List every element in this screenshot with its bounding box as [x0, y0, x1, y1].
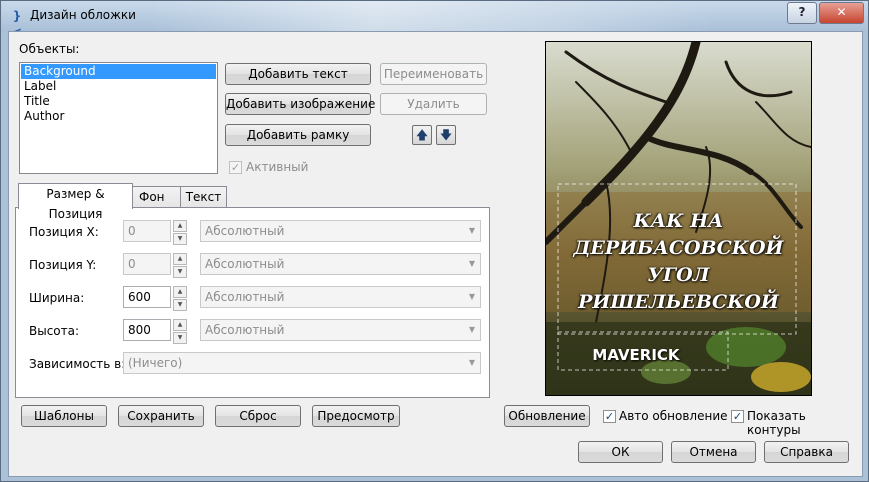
cover-preview: КАК НА ДЕРИБАСОВСКОЙ УГОЛ РИШЕЛЬЕВСКОЙ M… [545, 41, 812, 396]
width-mode-value: Абсолютный [205, 290, 285, 304]
cover-title-line: РИШЕЛЬЕВСКОЙ [578, 291, 779, 313]
show-outlines-checkbox[interactable]: ✓ [731, 410, 744, 423]
tab-size-position[interactable]: Размер & Позиция [18, 183, 133, 221]
spin-up-icon[interactable]: ▲ [173, 220, 187, 232]
tab-text[interactable]: Текст [180, 186, 227, 208]
cover-title-line: УГОЛ [647, 264, 710, 286]
spin-down-icon[interactable]: ▼ [173, 233, 187, 245]
size-position-panel: Позиция X: 0 ▲ ▼ Абсолютный ▼ Позиция Y: 0… [15, 207, 490, 398]
objects-label: Объекты: [19, 42, 80, 56]
list-item[interactable]: Label [21, 79, 216, 94]
window-title: Дизайн обложки [30, 8, 136, 22]
reset-button[interactable]: Сброс [215, 405, 301, 427]
pos-x-label: Позиция X: [29, 225, 99, 239]
list-item[interactable]: Title [21, 94, 216, 109]
cover-title-line: КАК НА [633, 210, 724, 232]
dropdown-arrow-icon: ▼ [468, 226, 475, 235]
dropdown-arrow-icon: ▼ [468, 292, 475, 301]
close-button[interactable]: ✕ [819, 2, 864, 24]
titlebar-glass [151, 1, 711, 31]
cancel-button[interactable]: Отмена [671, 441, 756, 463]
cover-title-line: ДЕРИБАСОВСКОЙ [573, 237, 784, 259]
list-item[interactable]: Background [21, 64, 216, 79]
rename-button[interactable]: Переименовать [380, 63, 487, 85]
width-input[interactable]: 600 [123, 286, 171, 308]
dependency-label: Зависимость в: [29, 357, 126, 371]
title-bar[interactable]: }< Дизайн обложки ? ✕ [1, 1, 868, 39]
app-logo-icon: }< [12, 9, 22, 39]
add-frame-button[interactable]: Добавить рамку [225, 124, 371, 146]
tab-background[interactable]: Фон [132, 186, 181, 208]
spin-up-icon[interactable]: ▲ [173, 253, 187, 265]
save-button[interactable]: Сохранить [118, 405, 204, 427]
move-down-button[interactable]: 🡇 [436, 125, 456, 145]
arrow-down-icon: 🡇 [439, 128, 453, 142]
pos-x-mode-value: Абсолютный [205, 224, 285, 238]
delete-button[interactable]: Удалить [380, 93, 487, 115]
spin-down-icon[interactable]: ▼ [173, 299, 187, 311]
dropdown-arrow-icon: ▼ [468, 325, 475, 334]
add-text-button[interactable]: Добавить текст [225, 63, 371, 85]
preview-button[interactable]: Предосмотр [312, 405, 400, 427]
width-mode-select[interactable]: Абсолютный ▼ [200, 286, 481, 308]
spin-down-icon[interactable]: ▼ [173, 332, 187, 344]
pos-y-mode-select[interactable]: Абсолютный ▼ [200, 253, 481, 275]
pos-y-spinner[interactable]: ▲ ▼ [173, 253, 187, 278]
pos-x-input[interactable]: 0 [123, 220, 171, 242]
spin-up-icon[interactable]: ▲ [173, 319, 187, 331]
auto-update-checkbox[interactable]: ✓ [603, 410, 616, 423]
spin-up-icon[interactable]: ▲ [173, 286, 187, 298]
cover-design-dialog: }< Дизайн обложки ? ✕ Объекты: Backgroun… [0, 0, 869, 482]
pos-y-label: Позиция Y: [29, 258, 97, 272]
help-button[interactable]: Справка [764, 441, 849, 463]
height-label: Высота: [29, 324, 80, 338]
add-image-button[interactable]: Добавить изображение [225, 93, 375, 115]
dependency-value: (Ничего) [128, 356, 183, 370]
dropdown-arrow-icon: ▼ [468, 358, 475, 367]
pos-x-spinner[interactable]: ▲ ▼ [173, 220, 187, 245]
pos-x-mode-select[interactable]: Абсолютный ▼ [200, 220, 481, 242]
cover-author: MAVERICK [592, 346, 680, 364]
pos-y-mode-value: Абсолютный [205, 257, 285, 271]
arrow-up-icon: 🡅 [415, 128, 429, 142]
dependency-select[interactable]: (Ничего) ▼ [123, 352, 481, 374]
move-up-button[interactable]: 🡅 [412, 125, 432, 145]
height-spinner[interactable]: ▲ ▼ [173, 319, 187, 344]
width-label: Ширина: [29, 291, 85, 305]
list-item[interactable]: Author [21, 109, 216, 124]
update-button[interactable]: Обновление [504, 405, 590, 427]
templates-button[interactable]: Шаблоны [21, 405, 107, 427]
title-help-button[interactable]: ? [787, 2, 817, 24]
spin-down-icon[interactable]: ▼ [173, 266, 187, 278]
height-input[interactable]: 800 [123, 319, 171, 341]
dialog-body: Объекты: Background Label Title Author Д… [8, 31, 863, 477]
dropdown-arrow-icon: ▼ [468, 259, 475, 268]
ok-button[interactable]: ОК [578, 441, 663, 463]
active-checkbox[interactable]: ✓ [229, 161, 242, 174]
active-checkbox-label: Активный [246, 160, 309, 174]
pos-y-input[interactable]: 0 [123, 253, 171, 275]
objects-list[interactable]: Background Label Title Author [19, 62, 218, 174]
show-outlines-label: Показать контуры [747, 409, 806, 437]
width-spinner[interactable]: ▲ ▼ [173, 286, 187, 311]
height-mode-value: Абсолютный [205, 323, 285, 337]
height-mode-select[interactable]: Абсолютный ▼ [200, 319, 481, 341]
auto-update-label: Авто обновление [619, 409, 728, 423]
